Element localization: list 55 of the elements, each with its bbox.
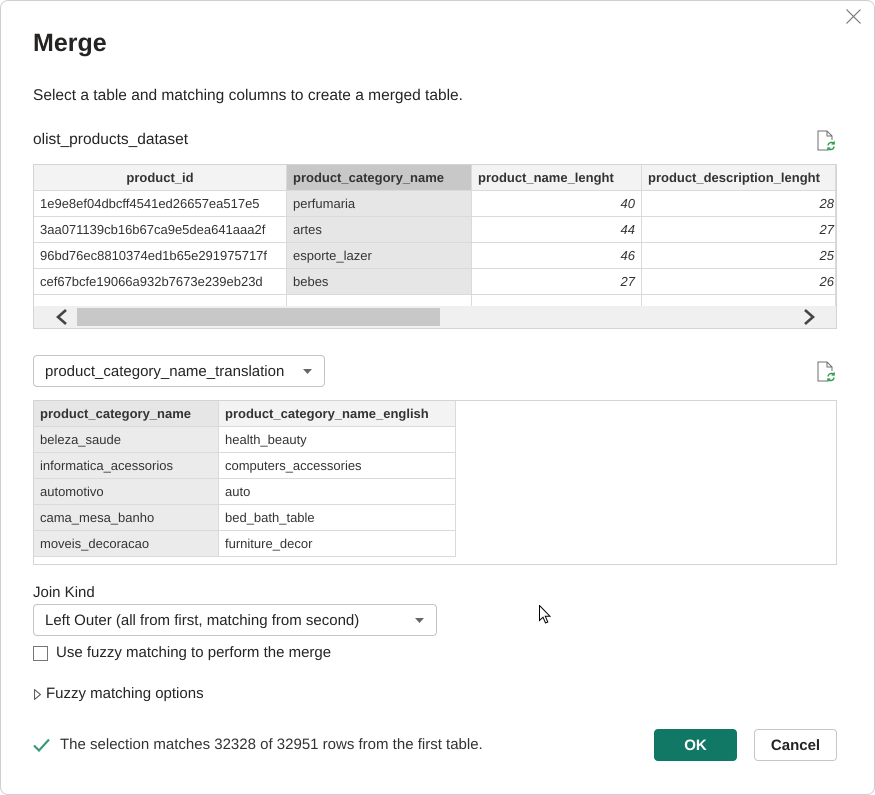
horizontal-scrollbar[interactable] bbox=[34, 306, 836, 328]
table-cell: furniture_decor bbox=[219, 531, 456, 557]
checkbox[interactable] bbox=[33, 646, 48, 660]
table-cell: bed_bath_table bbox=[219, 505, 456, 531]
column-header[interactable]: product_category_name_english bbox=[219, 401, 456, 427]
table-cell: automotivo bbox=[34, 479, 219, 505]
table-cell: 27 bbox=[472, 269, 642, 295]
mouse-pointer-icon bbox=[539, 605, 551, 624]
expander-label[interactable]: Fuzzy matching options bbox=[46, 685, 204, 703]
table-cell: esporte_lazer bbox=[287, 243, 472, 269]
cancel-button[interactable]: Cancel bbox=[754, 729, 837, 761]
ok-button[interactable]: OK bbox=[654, 729, 737, 761]
table-cell: artes bbox=[287, 217, 472, 243]
chevron-right-icon[interactable] bbox=[803, 309, 816, 325]
table-name: olist_products_dataset bbox=[33, 130, 188, 150]
table-cell: health_beauty bbox=[219, 427, 456, 453]
caret-down-icon bbox=[415, 618, 424, 622]
status-message: The selection matches 32328 of 32951 rows from the first table. bbox=[60, 736, 483, 754]
column-header[interactable]: product_name_lenght bbox=[472, 165, 642, 191]
column-header[interactable]: product_category_name bbox=[287, 165, 472, 191]
document-refresh-icon[interactable] bbox=[817, 130, 835, 150]
column-header[interactable]: product_description_lenght bbox=[642, 165, 836, 191]
column-header[interactable]: product_category_name bbox=[34, 401, 219, 427]
table-cell: cama_mesa_banho bbox=[34, 505, 219, 531]
scrollbar-thumb[interactable] bbox=[77, 308, 440, 326]
table-cell: 28 bbox=[642, 191, 836, 217]
field-label: Join Kind bbox=[33, 583, 95, 603]
caret-down-icon bbox=[303, 368, 312, 374]
join-kind-dropdown[interactable]: Left Outer (all from first, matching from second) bbox=[33, 604, 437, 636]
close-icon[interactable] bbox=[846, 9, 861, 24]
table-cell: perfumaria bbox=[287, 191, 472, 217]
table-cell: computers_accessories bbox=[219, 453, 456, 479]
table-cell: bebes bbox=[287, 269, 472, 295]
table-cell: beleza_saude bbox=[34, 427, 219, 453]
table-cell: 27 bbox=[642, 217, 836, 243]
dialog-title: Merge bbox=[33, 29, 107, 57]
table-cell: 46 bbox=[472, 243, 642, 269]
table-cell: 44 bbox=[472, 217, 642, 243]
table-cell: informatica_acessorios bbox=[34, 453, 219, 479]
table-cell: 40 bbox=[472, 191, 642, 217]
table-cell: 25 bbox=[642, 243, 836, 269]
table-cell: 26 bbox=[642, 269, 836, 295]
document-refresh-icon[interactable] bbox=[817, 360, 835, 382]
table-dropdown[interactable]: product_category_name_translation bbox=[33, 355, 325, 387]
chevron-left-icon[interactable] bbox=[55, 309, 68, 325]
column-header[interactable]: product_id bbox=[34, 165, 287, 191]
dialog-description: Select a table and matching columns to create a merged table. bbox=[33, 86, 464, 106]
table-cell: cef67bcfe19066a932b7673e239eb23d bbox=[34, 269, 287, 295]
expand-triangle-icon[interactable] bbox=[34, 688, 41, 700]
table-cell: 96bd76ec8810374ed1b65e291975717f bbox=[34, 243, 287, 269]
checkbox-label[interactable]: Use fuzzy matching to perform the merge bbox=[56, 644, 332, 662]
table-cell: moveis_decoracao bbox=[34, 531, 219, 557]
table-cell: auto bbox=[219, 479, 456, 505]
table-cell: 1e9e8ef04dbcff4541ed26657ea517e5 bbox=[34, 191, 287, 217]
table-cell: 3aa071139cb16b67ca9e5dea641aaa2f bbox=[34, 217, 287, 243]
